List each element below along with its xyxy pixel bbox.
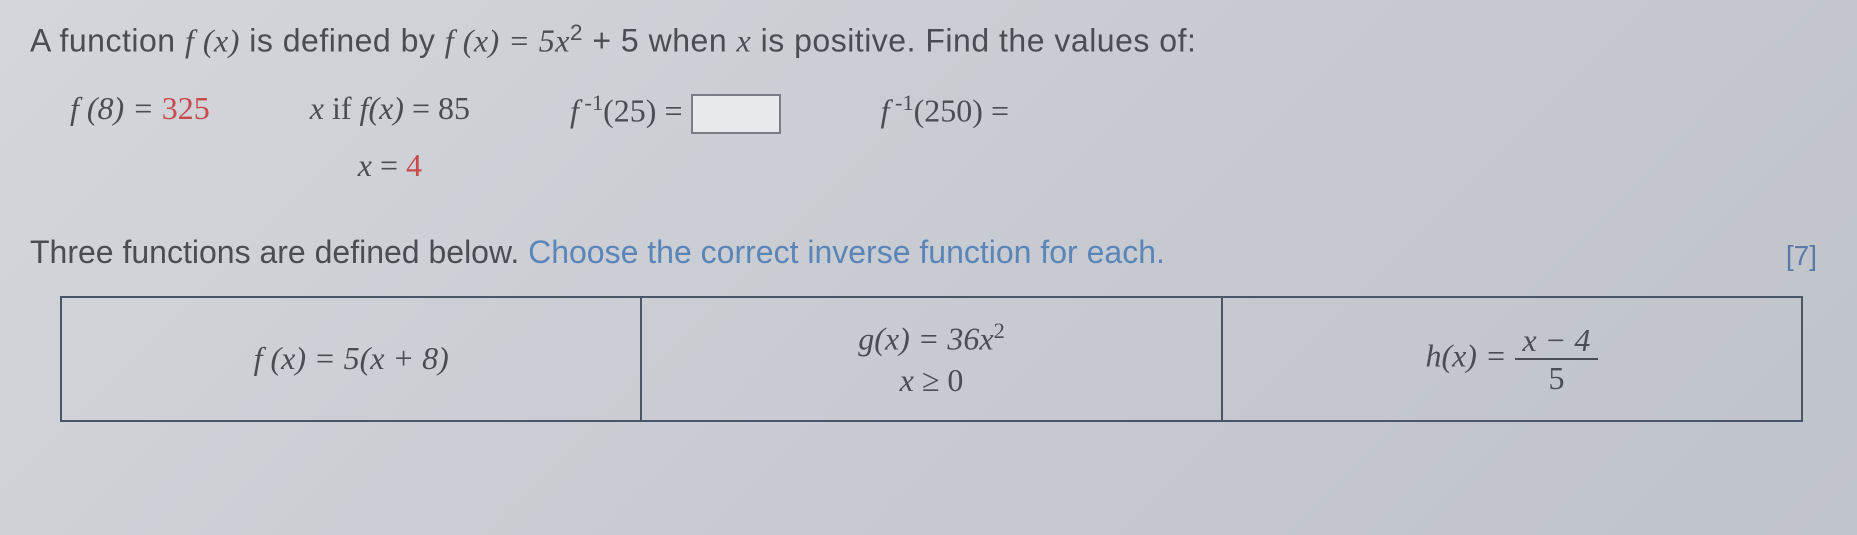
question-text: A function f (x) is defined by f (x) = 5… — [30, 20, 1827, 60]
table-cell-g[interactable]: g(x) = 36x2 x ≥ 0 — [641, 297, 1221, 421]
c2-exp: 2 — [994, 318, 1005, 343]
c3-num: x − 4 — [1515, 324, 1599, 360]
table-cell-f[interactable]: f (x) = 5(x + 8) — [61, 297, 641, 421]
q-fx: f (x) — [185, 23, 240, 59]
a2b-val: 4 — [406, 147, 422, 183]
q-def-rhs: + 5 when — [583, 23, 737, 59]
a1-lhs: f (8) = — [70, 90, 162, 126]
c2-lhs: g(x) = 36x — [858, 320, 993, 356]
a2b-eq: = — [372, 147, 406, 183]
c1-text: f (x) = 5(x + 8) — [254, 340, 449, 376]
a1-val: 325 — [162, 90, 210, 126]
q-def-exp: 2 — [570, 20, 583, 45]
table-cell-h[interactable]: h(x) = x − 4 5 — [1222, 297, 1802, 421]
marks-badge: [7] — [1786, 240, 1817, 272]
answer-finv25: f -1(25) = — [570, 90, 781, 134]
c2-op: ≥ 0 — [914, 362, 964, 398]
a2-fx: f(x) — [360, 90, 404, 126]
c3-den: 5 — [1540, 360, 1572, 394]
a4-exp: -1 — [889, 90, 913, 115]
c2-var: x — [900, 362, 914, 398]
answer-f8: f (8) = 325 — [70, 90, 210, 127]
a3-exp: -1 — [579, 90, 603, 115]
q-xvar: x — [737, 23, 752, 59]
a2-eq: = 85 — [404, 90, 470, 126]
answers-row: f (8) = 325 x if f(x) = 85 x = 4 f -1(25… — [30, 90, 1827, 184]
a3-arg: (25) = — [603, 92, 690, 128]
q-prefix: A function — [30, 23, 185, 59]
c3-lhs: h(x) = — [1425, 337, 1514, 373]
answer-input-finv25[interactable] — [691, 94, 781, 134]
answer-xif: x if f(x) = 85 x = 4 — [310, 90, 470, 184]
q-def-lhs: f (x) = 5x — [445, 23, 570, 59]
a2-pre: x — [310, 90, 324, 126]
a4-arg: (250) = — [914, 92, 1009, 128]
answer-finv250: f -1(250) = — [881, 90, 1010, 130]
instruction-text: Three functions are defined below. Choos… — [30, 234, 1827, 271]
instr-black: Three functions are defined below. — [30, 234, 528, 270]
a2-mid: if — [324, 90, 360, 126]
a2b-pre: x — [358, 147, 372, 183]
q-suffix: is positive. Find the values of: — [761, 23, 1197, 59]
q-middle: is defined by — [249, 23, 445, 59]
a3-f: f — [570, 92, 579, 128]
instr-blue: Choose the correct inverse function for … — [528, 234, 1165, 270]
functions-table: f (x) = 5(x + 8) g(x) = 36x2 x ≥ 0 h(x) … — [60, 296, 1803, 422]
